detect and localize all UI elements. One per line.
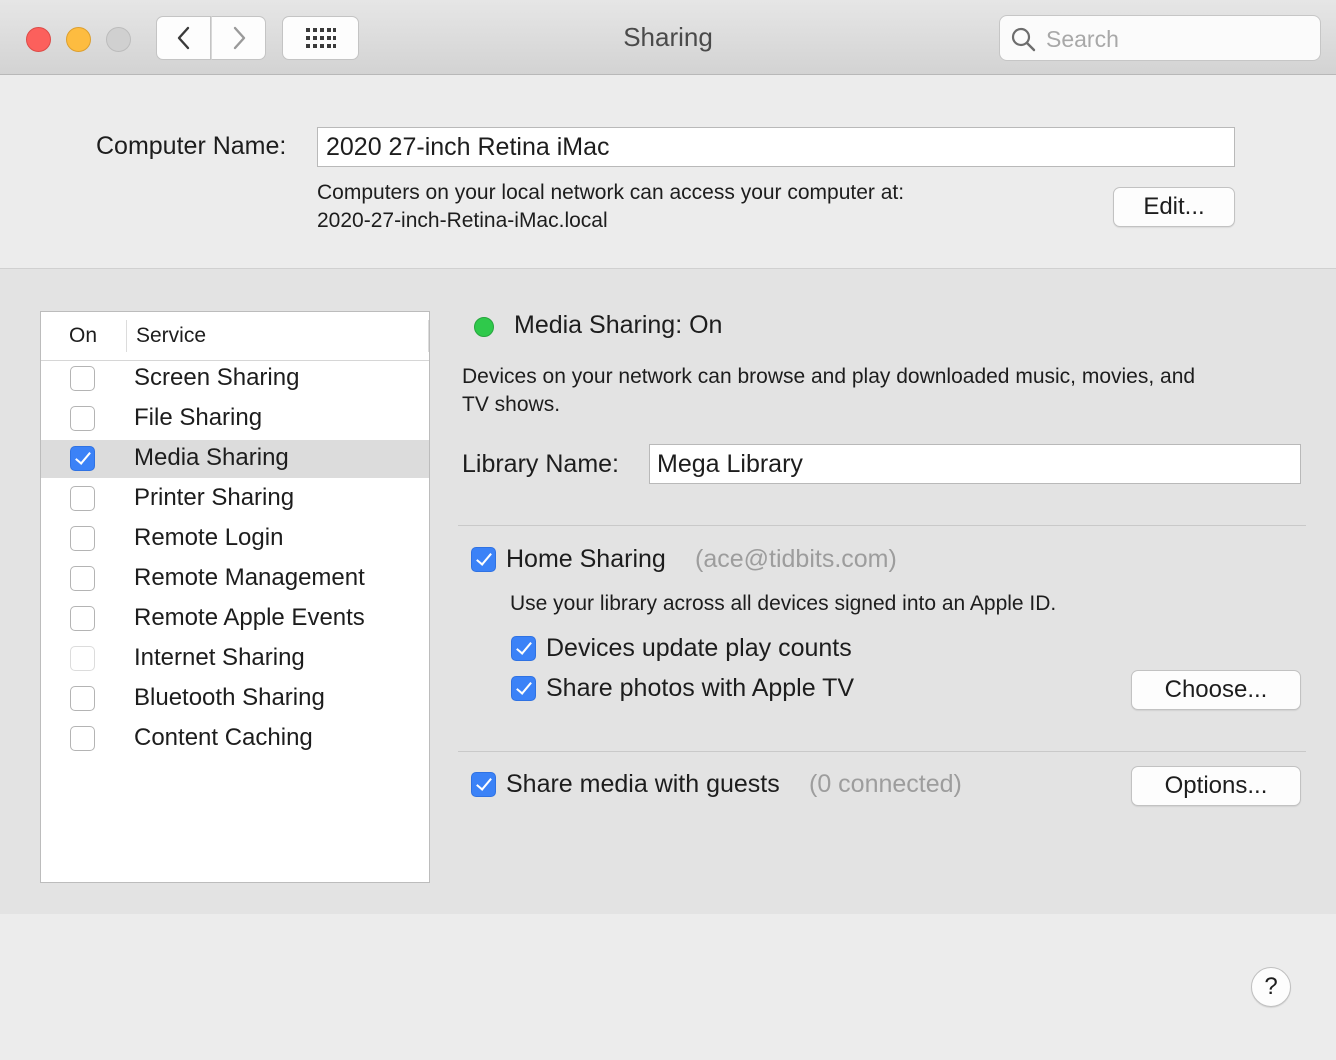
- column-separator: [126, 320, 127, 352]
- share-guests-label: Share media with guests: [506, 770, 780, 798]
- service-label: Media Sharing: [134, 444, 289, 471]
- share-guests-checkbox[interactable]: [471, 772, 496, 797]
- checkbox-printer-sharing[interactable]: [70, 486, 95, 511]
- sharing-window: Sharing Computer Name: 2020 27-inch Reti…: [0, 0, 1336, 1060]
- play-counts-label: Devices update play counts: [546, 634, 852, 662]
- service-label: Printer Sharing: [134, 484, 295, 511]
- service-label: Content Caching: [134, 724, 313, 751]
- checkbox-remote-apple-events[interactable]: [70, 606, 95, 631]
- column-separator: [428, 320, 429, 352]
- checkbox-content-caching[interactable]: [70, 726, 95, 751]
- service-label: File Sharing: [134, 404, 263, 431]
- search-input[interactable]: [1044, 22, 1308, 56]
- library-name-field[interactable]: Mega Library: [649, 444, 1301, 484]
- service-description-cont: TV shows.: [462, 393, 561, 416]
- service-row-remote-apple-events[interactable]: Remote Apple Events: [41, 600, 429, 638]
- service-label: Internet Sharing: [134, 644, 305, 671]
- home-sharing-label: Home Sharing: [506, 545, 666, 573]
- service-row-content-caching[interactable]: Content Caching: [41, 720, 429, 758]
- library-name-label: Library Name:: [462, 450, 619, 478]
- service-row-screen-sharing[interactable]: Screen Sharing: [41, 360, 429, 398]
- help-button[interactable]: ?: [1251, 967, 1291, 1007]
- section-divider: [458, 751, 1306, 752]
- guests-connected-count: (0 connected): [809, 770, 962, 798]
- checkbox-internet-sharing: [70, 646, 95, 671]
- checkbox-bluetooth-sharing[interactable]: [70, 686, 95, 711]
- search-box[interactable]: [999, 15, 1321, 61]
- checkbox-screen-sharing[interactable]: [70, 366, 95, 391]
- service-label: Screen Sharing: [134, 364, 300, 391]
- address-description: Computers on your local network can acce…: [317, 181, 905, 204]
- checkbox-media-sharing[interactable]: [70, 446, 95, 471]
- service-row-remote-login[interactable]: Remote Login: [41, 520, 429, 558]
- column-header-service[interactable]: Service: [136, 324, 206, 348]
- checkbox-remote-management[interactable]: [70, 566, 95, 591]
- computer-name-field[interactable]: 2020 27-inch Retina iMac: [317, 127, 1235, 167]
- service-label: Remote Management: [134, 564, 365, 591]
- column-header-on[interactable]: On: [69, 324, 97, 348]
- edit-button[interactable]: Edit...: [1113, 187, 1235, 227]
- play-counts-checkbox[interactable]: [511, 636, 536, 661]
- service-description: Devices on your network can browse and p…: [462, 365, 1196, 388]
- service-row-file-sharing[interactable]: File Sharing: [41, 400, 429, 438]
- service-row-internet-sharing[interactable]: Internet Sharing: [41, 640, 429, 678]
- options-button[interactable]: Options...: [1131, 766, 1301, 806]
- home-sharing-description: Use your library across all devices sign…: [510, 592, 1057, 615]
- local-hostname: 2020-27-inch-Retina-iMac.local: [317, 209, 608, 232]
- service-label: Remote Apple Events: [134, 604, 365, 631]
- share-photos-label: Share photos with Apple TV: [546, 674, 855, 702]
- titlebar: Sharing: [0, 0, 1336, 75]
- service-row-bluetooth-sharing[interactable]: Bluetooth Sharing: [41, 680, 429, 718]
- main-panel: On Service Screen Sharing File Sharing M…: [0, 268, 1336, 914]
- service-status: Media Sharing: On: [514, 311, 723, 339]
- service-row-remote-management[interactable]: Remote Management: [41, 560, 429, 598]
- share-photos-checkbox[interactable]: [511, 676, 536, 701]
- search-icon: [1011, 27, 1036, 52]
- service-row-media-sharing[interactable]: Media Sharing: [41, 440, 429, 478]
- service-label: Remote Login: [134, 524, 284, 551]
- service-row-printer-sharing[interactable]: Printer Sharing: [41, 480, 429, 518]
- choose-button[interactable]: Choose...: [1131, 670, 1301, 710]
- home-sharing-account: (ace@tidbits.com): [695, 545, 897, 573]
- checkbox-file-sharing[interactable]: [70, 406, 95, 431]
- service-list[interactable]: On Service Screen Sharing File Sharing M…: [40, 311, 430, 883]
- service-list-header: On Service: [41, 312, 429, 361]
- status-indicator: [474, 317, 494, 337]
- computer-name-label: Computer Name:: [96, 132, 287, 160]
- service-label: Bluetooth Sharing: [134, 684, 325, 711]
- home-sharing-checkbox[interactable]: [471, 547, 496, 572]
- section-divider: [458, 525, 1306, 526]
- checkbox-remote-login[interactable]: [70, 526, 95, 551]
